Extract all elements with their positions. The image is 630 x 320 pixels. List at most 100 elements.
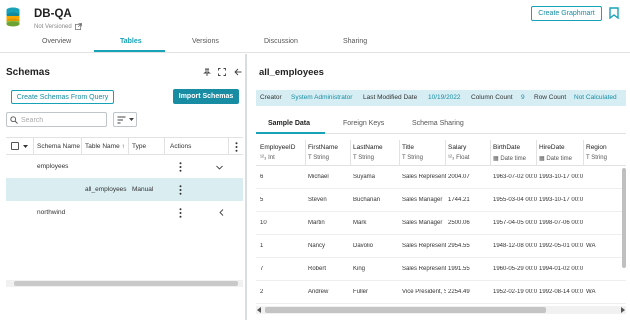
column-header-name[interactable]: BirthDate: [493, 144, 520, 151]
database-icon: [6, 7, 20, 27]
col-schema-name[interactable]: Schema Name: [37, 143, 80, 150]
tab-sharing[interactable]: Sharing: [343, 38, 367, 45]
page-title: DB-QA: [34, 8, 72, 20]
create-schemas-from-query-button[interactable]: Create Schemas From Query: [11, 90, 114, 104]
table-cell: 1992-08-14 00:00:00: [539, 289, 583, 295]
table-cell: 1952-02-19 00:00:00: [493, 289, 537, 295]
horizontal-scrollbar[interactable]: [256, 306, 626, 314]
column-divider: [81, 138, 82, 155]
number-type-icon: ¹²₃: [448, 155, 457, 161]
column-divider: [305, 140, 306, 166]
schema-name: northwind: [37, 209, 66, 216]
column-count-label: Column Count: [471, 94, 513, 101]
column-type-label: Date time: [546, 156, 573, 162]
tab-versions[interactable]: Versions: [192, 38, 219, 45]
table-cell: Martin: [308, 220, 325, 226]
table-row[interactable]: 7 Robert King Sales Representative1991.55 19…: [256, 258, 626, 281]
table-cell: 1948-12-08 00:00:00: [493, 243, 537, 249]
creator-label: Creator: [260, 94, 282, 101]
col-table-name[interactable]: Table Name ↑: [85, 143, 125, 150]
column-divider: [583, 140, 584, 166]
create-graphmart-button[interactable]: Create Graphmart: [531, 6, 602, 21]
row-actions-icon[interactable]: [179, 185, 182, 195]
vertical-scrollbar[interactable]: [622, 166, 626, 306]
column-divider: [490, 140, 491, 166]
tree-row-northwind[interactable]: northwind: [6, 201, 243, 224]
table-cell: Buchanan: [353, 197, 381, 203]
tab-overview[interactable]: Overview: [42, 38, 71, 45]
table-cell: Sales Manager: [402, 197, 443, 203]
column-type-label: String: [313, 155, 329, 161]
table-row[interactable]: 2 Andrew Fuller Vice President, Sales2254.4…: [256, 281, 626, 304]
scrollbar-thumb[interactable]: [265, 307, 546, 313]
row-actions-icon[interactable]: [179, 162, 182, 172]
table-cell: King: [353, 266, 366, 272]
table-cell: 10: [260, 220, 267, 226]
import-schemas-button[interactable]: Import Schemas: [173, 89, 239, 104]
table-cell: Mark: [353, 220, 367, 226]
top-tabs: Overview Tables Versions Discussion Shar…: [0, 36, 630, 53]
column-header-name[interactable]: Salary: [448, 144, 466, 151]
external-link-icon[interactable]: [74, 23, 82, 30]
select-all-checkbox[interactable]: [11, 142, 19, 150]
row-actions-icon[interactable]: [179, 208, 182, 218]
table-cell: 1957-04-05 00:00:00: [493, 220, 537, 226]
chevron-down-icon[interactable]: [23, 145, 28, 149]
chevron-down-icon[interactable]: [216, 164, 223, 171]
horizontal-scrollbar[interactable]: [6, 280, 243, 287]
expand-icon[interactable]: [218, 68, 226, 76]
tab-tables[interactable]: Tables: [120, 38, 142, 45]
column-divider: [536, 140, 537, 166]
table-cell: 2954.55: [448, 243, 470, 249]
pin-icon[interactable]: [203, 68, 211, 76]
scrollbar-thumb[interactable]: [622, 168, 626, 268]
table-row[interactable]: 5 Steven Buchanan Sales Manager 1744.21 1955-…: [256, 189, 626, 212]
table-row[interactable]: 6 Michael Suyama Sales Representative2004.0…: [256, 166, 626, 189]
column-header-name[interactable]: HireDate: [539, 144, 565, 151]
col-type[interactable]: Type: [132, 143, 146, 150]
column-menu-icon[interactable]: [235, 142, 238, 152]
column-count-value: 9: [521, 94, 525, 101]
collapse-arrow-icon[interactable]: [234, 68, 242, 76]
table-cell: 6: [260, 174, 264, 180]
scroll-right-arrow-icon[interactable]: [620, 307, 625, 313]
chevron-left-icon[interactable]: [218, 209, 225, 216]
table-cell: 1994-01-02 00:00:00: [539, 266, 583, 272]
table-type: Manual: [132, 186, 154, 193]
search-input[interactable]: [21, 115, 105, 125]
column-type: T String: [308, 155, 329, 161]
table-cell: 1955-03-04 00:00:00: [493, 197, 537, 203]
column-type-label: Int: [268, 155, 275, 161]
column-header-name[interactable]: FirstName: [308, 144, 338, 151]
bookmark-icon[interactable]: [609, 7, 619, 19]
col-actions: Actions: [170, 143, 192, 150]
column-type-label: Date time: [500, 156, 527, 162]
tab-foreign-keys[interactable]: Foreign Keys: [343, 120, 384, 127]
scroll-left-arrow-icon[interactable]: [257, 307, 262, 313]
active-tab-indicator: [256, 132, 325, 134]
table-cell: Fuller: [353, 289, 369, 295]
column-type-label: String: [591, 155, 607, 161]
column-header-name[interactable]: Title: [402, 144, 414, 151]
app-header: DB-QA Not Versioned Create Graphmart: [0, 0, 630, 36]
table-row[interactable]: 10 Martin Mark Sales Manager 2500.06 1957-04-…: [256, 212, 626, 235]
table-row[interactable]: 1 Nancy Davolio Sales Representative2954.55…: [256, 235, 626, 258]
tree-row-employees[interactable]: employees: [6, 155, 243, 178]
tab-discussion[interactable]: Discussion: [264, 38, 298, 45]
column-type-label: String: [358, 155, 374, 161]
tree-row-all-employees[interactable]: all_employees Manual: [6, 178, 243, 201]
modified-label: Last Modified Date: [363, 94, 418, 101]
column-header-name[interactable]: EmployeeID: [260, 144, 295, 151]
table-cell: 1960-05-29 00:00:00: [493, 266, 537, 272]
column-header-name[interactable]: Region: [586, 144, 607, 151]
sort-lines-icon: [117, 116, 126, 124]
column-header-name[interactable]: LastName: [353, 144, 383, 151]
sort-dropdown[interactable]: [113, 112, 137, 127]
search-field[interactable]: [6, 112, 107, 127]
version-status[interactable]: Not Versioned: [34, 23, 82, 30]
column-type: ▦ Date time: [493, 155, 526, 162]
scrollbar-thumb[interactable]: [14, 281, 238, 286]
tab-schema-sharing[interactable]: Schema Sharing: [412, 120, 464, 127]
table-cell: 1: [260, 243, 264, 249]
tab-sample-data[interactable]: Sample Data: [268, 120, 310, 127]
